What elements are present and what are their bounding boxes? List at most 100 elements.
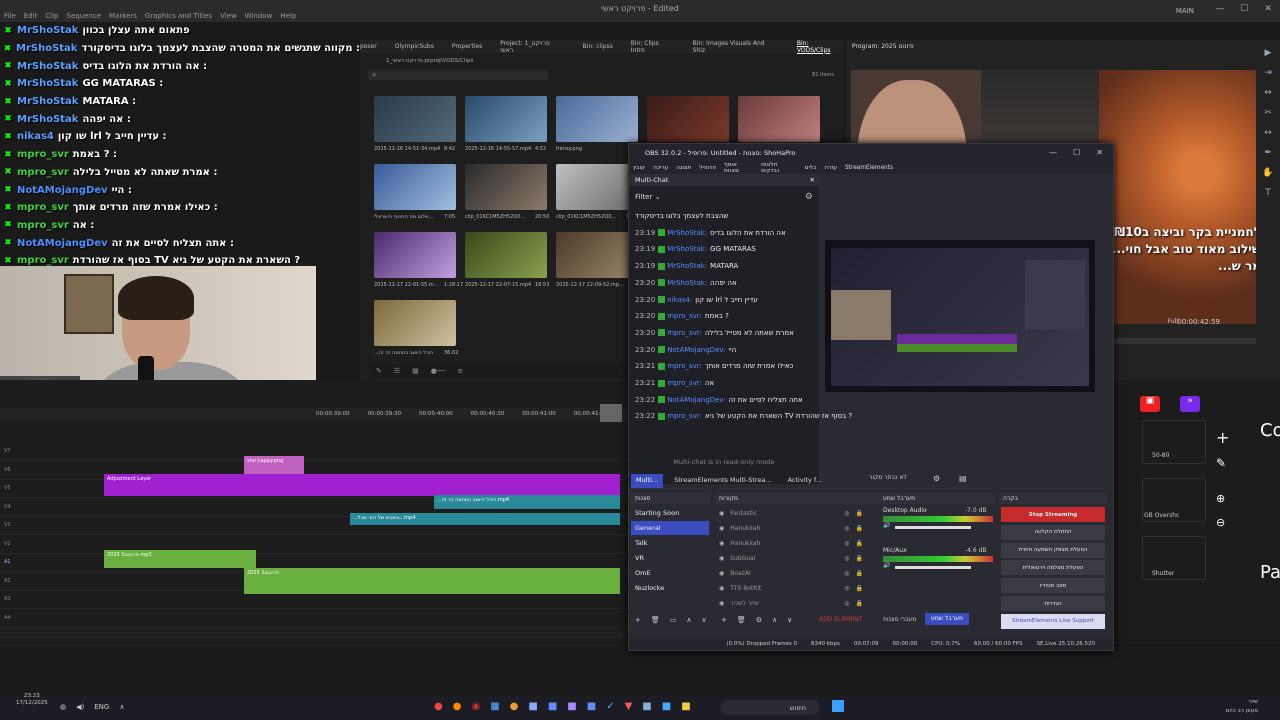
menu-item-edit[interactable]: Edit	[24, 12, 38, 20]
tab-project[interactable]: Bin: VODS/Clips	[797, 40, 844, 54]
eye-icon[interactable]: ◎	[844, 600, 849, 607]
obs-control-button[interactable]: מצב סטודיו	[1001, 578, 1105, 594]
timeline-clip[interactable]: ...היכל היושב בחתונה זה זה.mp4	[434, 495, 620, 509]
tab-project[interactable]: Properties	[452, 43, 482, 50]
app-icon-7[interactable]: ■	[548, 701, 557, 712]
obs-menu-item[interactable]: קובץ	[633, 165, 645, 171]
move-up-icon[interactable]: ∧	[772, 616, 777, 624]
eye-icon[interactable]: ◎	[844, 585, 849, 592]
lock-icon[interactable]: 🔒	[856, 570, 863, 577]
lock-icon[interactable]: 🔒	[856, 525, 863, 532]
menu-item-clip[interactable]: Clip	[45, 12, 58, 20]
app-icon-6[interactable]: ■	[528, 701, 537, 712]
workspace-label[interactable]: MAIN	[1176, 7, 1194, 15]
close-icon[interactable]: ✕	[1264, 4, 1272, 14]
media-thumbnail[interactable]	[556, 232, 638, 278]
menu-item-window[interactable]: Window	[245, 12, 273, 20]
media-thumbnail[interactable]	[465, 96, 547, 142]
eye-icon[interactable]: ◎	[844, 570, 849, 577]
language-indicator[interactable]: ENG	[94, 703, 109, 711]
sort-icon[interactable]: ≡	[457, 367, 463, 375]
close-icon[interactable]: ✕	[810, 176, 815, 184]
obs-menu-item[interactable]: עזרה	[824, 165, 837, 171]
app-icon-10[interactable]: ✓	[606, 701, 614, 712]
scene-filter-icon[interactable]: ▭	[670, 616, 677, 624]
app-icon-1[interactable]: ●	[434, 701, 443, 712]
razor-tool-icon[interactable]: ✂	[1264, 108, 1272, 118]
obs-dock-tab[interactable]: Multi...	[631, 474, 664, 488]
app-icon-9[interactable]: ■	[587, 701, 596, 712]
media-thumbnail[interactable]	[465, 164, 547, 210]
remove-source-icon[interactable]: 🗑	[737, 616, 746, 624]
chevron-up-icon[interactable]: ∧	[119, 703, 124, 711]
app-icon-2[interactable]: ●	[453, 701, 462, 712]
move-up-icon[interactable]: ∧	[686, 616, 691, 624]
app-icon-5[interactable]: ●	[510, 701, 519, 712]
slip-tool-icon[interactable]: ↔	[1264, 128, 1272, 138]
scene-item[interactable]: OmE	[631, 566, 709, 580]
source-item[interactable]: ◉ BoazAl ◎ 🔒	[717, 566, 867, 580]
folder-icon[interactable]: ■	[681, 701, 690, 712]
timeline-clip[interactable]: Adjustment Layer	[104, 474, 620, 496]
source-item[interactable]: ◉ Hanukkah ◎ 🔒	[717, 536, 867, 550]
move-down-icon[interactable]: ∨	[702, 616, 707, 624]
filter-icon[interactable]: ▤	[959, 474, 967, 483]
source-item[interactable]: ◉ Hanukkah ◎ 🔒	[717, 521, 867, 535]
menu-item-file[interactable]: File	[4, 12, 16, 20]
minimize-icon[interactable]: —	[1215, 4, 1224, 14]
media-thumbnail[interactable]	[374, 232, 456, 278]
scene-item[interactable]: VR	[631, 551, 709, 565]
speaker-icon[interactable]: 🔊	[883, 562, 890, 569]
move-down-icon[interactable]: ∨	[787, 616, 792, 624]
app-purple-icon[interactable]: »	[1180, 396, 1200, 412]
tab-project[interactable]: Bin: Images Visuals And Shiz	[693, 40, 779, 54]
volume-slider[interactable]	[895, 526, 971, 529]
type-tool-icon[interactable]: T	[1265, 188, 1271, 198]
zoom-in-icon[interactable]: ⊕	[1216, 492, 1225, 505]
obs-dock-tab[interactable]: StreamElements Multi-Strea...	[669, 474, 777, 488]
list-view-icon[interactable]: ☰	[394, 367, 400, 375]
timeline-track[interactable]: A4	[0, 609, 628, 628]
grid-view-icon[interactable]: ▦	[412, 367, 419, 375]
source-settings-icon[interactable]: ⚙	[756, 616, 762, 624]
timeline-clip[interactable]: sho happy.png	[244, 456, 304, 474]
app-red-icon[interactable]: ▣	[1140, 396, 1160, 412]
lock-icon[interactable]: 🔒	[856, 510, 863, 517]
source-item[interactable]: ◉ TTS BotKit ◎ 🔒	[717, 581, 867, 595]
selection-tool-icon[interactable]: ▶	[1265, 48, 1272, 58]
obs-menu-item[interactable]: כלים	[805, 165, 817, 171]
add-icon[interactable]: +	[1216, 428, 1229, 447]
edit-icon[interactable]: ✎	[1216, 456, 1226, 470]
menu-item-markers[interactable]: Markers	[109, 12, 137, 20]
lock-icon[interactable]: 🔒	[856, 585, 863, 592]
timeline-scrollbar[interactable]	[0, 632, 628, 638]
pen-tool-icon[interactable]: ✒	[1264, 148, 1272, 158]
menu-item-view[interactable]: View	[220, 12, 237, 20]
weather-widget[interactable]: שיכי מעונן רב היום	[1226, 698, 1258, 716]
media-thumbnail[interactable]	[647, 96, 729, 142]
tab-project[interactable]: poser	[360, 43, 377, 50]
network-icon[interactable]: ◍	[60, 703, 66, 711]
obs-control-button[interactable]: הפעלת מצלמה וירטואלית	[1001, 560, 1105, 576]
hand-tool-icon[interactable]: ✋	[1262, 168, 1273, 178]
obs-control-button[interactable]: Stop Streaming	[1001, 507, 1105, 522]
obs-menu-item[interactable]: תצוגה	[676, 165, 691, 171]
lock-icon[interactable]: 🔒	[856, 600, 863, 607]
menu-item-help[interactable]: Help	[280, 12, 296, 20]
add-element-button[interactable]: ADD ELEMENT	[819, 616, 862, 623]
eye-icon[interactable]: ◎	[844, 555, 849, 562]
obs-preview[interactable]	[825, 240, 1095, 392]
tab-project[interactable]: OlympicSubs	[395, 43, 434, 50]
start-icon[interactable]	[832, 700, 844, 712]
timeline-clip[interactable]: 2025 פרזנום1	[244, 568, 620, 594]
eye-icon[interactable]: ◎	[844, 510, 849, 517]
source-item[interactable]: ◉ שיזר לשכיר ◎ 🔒	[717, 596, 867, 610]
remove-scene-icon[interactable]: 🗑	[651, 616, 660, 624]
filter-dropdown[interactable]: Filter ⌄	[635, 193, 660, 201]
obs-dock-tab[interactable]: Activity f...	[783, 474, 827, 488]
playhead[interactable]	[600, 404, 622, 422]
obs-control-button[interactable]: הגדרות	[1001, 596, 1105, 611]
timeline-track[interactable]: V2	[0, 535, 628, 554]
app-icon-4[interactable]: ■	[490, 701, 499, 712]
add-source-icon[interactable]: +	[721, 616, 727, 624]
